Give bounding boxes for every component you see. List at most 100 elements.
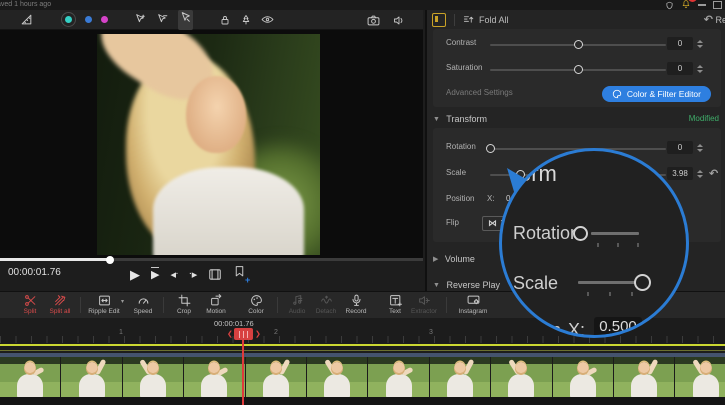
contrast-slider[interactable] xyxy=(490,44,666,46)
cursor-select-tool[interactable] xyxy=(178,10,193,30)
collapse-caret-icon: ▼ xyxy=(433,116,440,123)
toolbar-item-color[interactable]: Color xyxy=(234,294,278,315)
text-icon xyxy=(389,294,402,307)
titlebar: aved 1 hours ago 4 xyxy=(0,0,725,10)
toolbar-item-extractor[interactable]: Extractor xyxy=(402,294,446,315)
timeline-guide-line-dim xyxy=(0,350,725,351)
maximize-button[interactable] xyxy=(713,1,722,9)
scale-undo-icon[interactable]: ↶ xyxy=(709,167,718,180)
fold-all-label[interactable]: Fold All xyxy=(479,15,509,25)
toolbar-item-ripple-edit[interactable]: Ripple Edit ▾ xyxy=(82,294,126,315)
magnified-axis-label: X: xyxy=(568,320,585,338)
speaker-icon[interactable] xyxy=(393,15,405,26)
plus-icon: + xyxy=(245,275,250,285)
fast-preview-icon[interactable]: ▶ xyxy=(151,267,159,282)
seek-bar[interactable] xyxy=(0,258,423,261)
eye-icon[interactable] xyxy=(261,13,274,26)
palette-icon xyxy=(250,294,263,307)
contrast-row: Contrast 0 xyxy=(433,36,721,52)
playhead-marker[interactable] xyxy=(234,328,253,340)
ruler-mark: 1 xyxy=(119,329,123,336)
next-frame-icon[interactable]: ·▸ xyxy=(189,268,197,281)
toolbar-item-instagram[interactable]: Instagram xyxy=(451,294,495,315)
reverse-play-title: Reverse Play xyxy=(446,280,500,290)
magenta-marker-dot[interactable] xyxy=(101,16,108,23)
toolbar-item-speed[interactable]: Speed xyxy=(121,294,165,315)
rotation-slider-handle[interactable] xyxy=(486,144,495,153)
ruler-ticks xyxy=(0,336,725,343)
previous-frame-icon[interactable]: ◂· xyxy=(170,268,178,281)
speed-gauge-icon xyxy=(137,294,150,307)
transport-controls: ▶ ▶ ◂· ·▸ + xyxy=(130,264,246,284)
seek-handle[interactable] xyxy=(106,256,114,264)
clip-thumbnail xyxy=(123,357,184,397)
crop-icon xyxy=(178,294,191,307)
shield-icon[interactable] xyxy=(665,1,674,10)
contrast-label: Contrast xyxy=(446,38,476,47)
add-marker-button[interactable]: + xyxy=(233,265,246,283)
undo-icon: ↶ xyxy=(704,14,713,26)
contrast-value[interactable]: 0 xyxy=(667,37,693,50)
saturation-row: Saturation 0 xyxy=(433,61,721,77)
color-filter-editor-button[interactable]: Color & Filter Editor xyxy=(602,86,711,102)
video-track[interactable] xyxy=(0,357,725,397)
advanced-settings-row: Advanced Settings Color & Filter Editor xyxy=(433,86,721,102)
lock-icon[interactable] xyxy=(219,14,231,26)
saturation-value[interactable]: 0 xyxy=(667,62,693,75)
magnified-scale-handle xyxy=(634,274,651,291)
scale-stepper[interactable] xyxy=(697,167,705,180)
reset-button[interactable]: ↶ Reset xyxy=(704,13,725,26)
playhead-timecode: 00:00:01.76 xyxy=(214,319,254,328)
video-preview-frame[interactable] xyxy=(97,34,320,255)
scale-value[interactable]: 3.98 xyxy=(667,167,693,180)
snapshot-icon[interactable] xyxy=(208,268,222,281)
ripple-edit-icon xyxy=(98,294,111,307)
tree-icon[interactable] xyxy=(240,14,252,26)
saturation-slider-handle[interactable] xyxy=(574,65,583,74)
camera-icon[interactable] xyxy=(367,15,380,26)
saturation-slider[interactable] xyxy=(490,69,666,71)
clip-thumbnail xyxy=(246,357,307,397)
rotation-label: Rotation xyxy=(446,142,476,151)
magnified-scale-label: Scale xyxy=(513,273,558,294)
playhead-right-arrow[interactable]: ❯ xyxy=(255,330,261,338)
volume-title: Volume xyxy=(445,254,475,264)
fold-all-icon[interactable] xyxy=(463,14,474,25)
ruler-mark: 3 xyxy=(429,329,433,336)
ruler-icon[interactable] xyxy=(20,13,33,26)
rotation-stepper[interactable] xyxy=(697,141,705,154)
detach-audio-icon xyxy=(320,294,333,307)
cursor-add-icon[interactable] xyxy=(134,13,147,26)
toolbar-item-motion[interactable]: Motion xyxy=(194,294,238,315)
minimize-button[interactable] xyxy=(698,4,706,6)
cyan-marker-dot[interactable] xyxy=(61,12,76,27)
cursor-icon xyxy=(179,11,192,24)
playhead-line[interactable] xyxy=(242,340,244,405)
playhead-left-arrow[interactable]: ❮ xyxy=(227,330,233,338)
clip-thumbnail xyxy=(553,357,614,397)
blue-marker-dot[interactable] xyxy=(85,16,92,23)
microphone-icon xyxy=(350,294,363,307)
contrast-slider-handle[interactable] xyxy=(574,40,583,49)
cursor-track-icon[interactable] xyxy=(156,13,169,26)
volume-section-header[interactable]: ▶ Volume xyxy=(433,254,475,264)
ruler-mark: 2 xyxy=(274,329,278,336)
contrast-stepper[interactable] xyxy=(697,37,705,50)
reverse-play-section-header[interactable]: ▼ Reverse Play xyxy=(433,280,500,290)
toolbar-item-record[interactable]: Record xyxy=(334,294,378,315)
clip-thumbnail xyxy=(184,357,245,397)
magnified-rotation-handle xyxy=(573,226,588,241)
play-button[interactable]: ▶ xyxy=(130,268,140,281)
rotation-value[interactable]: 0 xyxy=(667,141,693,154)
modified-badge: Modified xyxy=(689,114,719,123)
timeline-bottom-bar xyxy=(0,397,725,405)
saturation-stepper[interactable] xyxy=(697,62,705,75)
motion-icon xyxy=(210,294,223,307)
instagram-screen-icon xyxy=(467,294,480,307)
audio-extractor-icon xyxy=(418,294,431,307)
transform-section-header[interactable]: ▼ Transform Modified xyxy=(433,114,721,124)
clip-properties-icon[interactable] xyxy=(432,13,446,27)
toolbar-item-split-all[interactable]: Split all xyxy=(38,294,82,315)
clip-thumbnail xyxy=(0,357,61,397)
color-filter-editor-label: Color & Filter Editor xyxy=(627,89,701,99)
